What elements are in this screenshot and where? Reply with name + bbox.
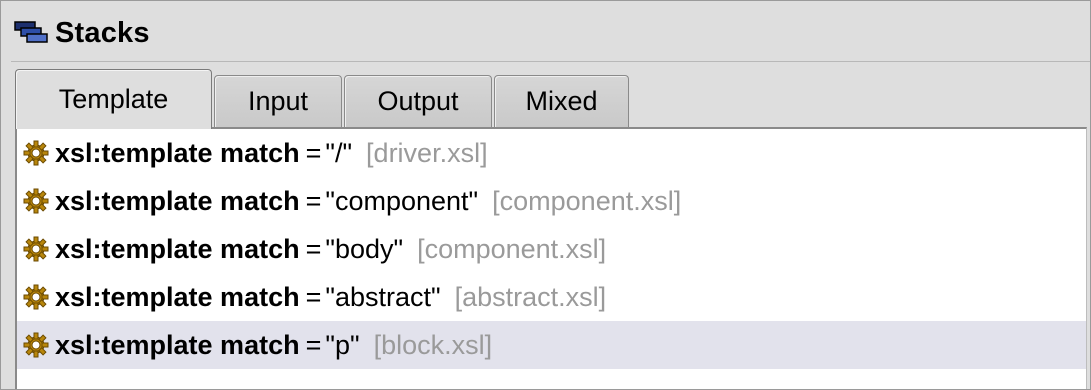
panel-title: Stacks (55, 16, 150, 49)
tab-output[interactable]: Output (344, 75, 492, 127)
tab-label: Mixed (525, 86, 598, 116)
template-keyword: xsl:template match (55, 233, 300, 264)
template-keyword: xsl:template match (55, 137, 300, 168)
list-item[interactable]: xsl:template match = "/" [driver.xsl] (17, 129, 1086, 177)
source-file: [driver.xsl] (366, 137, 488, 168)
stacks-panel: Stacks Template Input Output Mixed xsl:t… (0, 0, 1091, 390)
tab-label: Output (377, 86, 459, 116)
equals-sign: = (305, 185, 322, 216)
panel-titlebar: Stacks (11, 5, 1090, 62)
source-file: [component.xsl] (492, 185, 682, 216)
equals-sign: = (305, 233, 322, 264)
tab-input[interactable]: Input (214, 75, 342, 127)
tab-template[interactable]: Template (15, 69, 212, 129)
match-value: "body" (325, 233, 404, 264)
gear-icon (23, 188, 49, 214)
tab-mixed[interactable]: Mixed (494, 75, 629, 127)
equals-sign: = (305, 281, 322, 312)
match-value: "p" (325, 329, 360, 360)
template-keyword: xsl:template match (55, 185, 300, 216)
template-stack-list: xsl:template match = "/" [driver.xsl] xs… (15, 127, 1087, 389)
match-value: "component" (325, 185, 479, 216)
source-file: [abstract.xsl] (454, 281, 607, 312)
gear-icon (23, 236, 49, 262)
tab-label: Template (58, 84, 169, 114)
equals-sign: = (305, 329, 322, 360)
gear-icon (23, 140, 49, 166)
tab-label: Input (247, 86, 309, 116)
match-value: "/" (325, 137, 353, 168)
tab-bar: Template Input Output Mixed (15, 69, 631, 129)
list-item[interactable]: xsl:template match = "abstract" [abstrac… (17, 273, 1086, 321)
stacks-icon (11, 19, 51, 47)
list-item[interactable]: xsl:template match = "body" [component.x… (17, 225, 1086, 273)
source-file: [component.xsl] (417, 233, 607, 264)
template-keyword: xsl:template match (55, 281, 300, 312)
list-item[interactable]: xsl:template match = "component" [compon… (17, 177, 1086, 225)
match-value: "abstract" (325, 281, 441, 312)
template-keyword: xsl:template match (55, 329, 300, 360)
source-file: [block.xsl] (373, 329, 493, 360)
equals-sign: = (305, 137, 322, 168)
gear-icon (23, 284, 49, 310)
list-item-selected[interactable]: xsl:template match = "p" [block.xsl] (17, 321, 1086, 369)
gear-icon (23, 332, 49, 358)
